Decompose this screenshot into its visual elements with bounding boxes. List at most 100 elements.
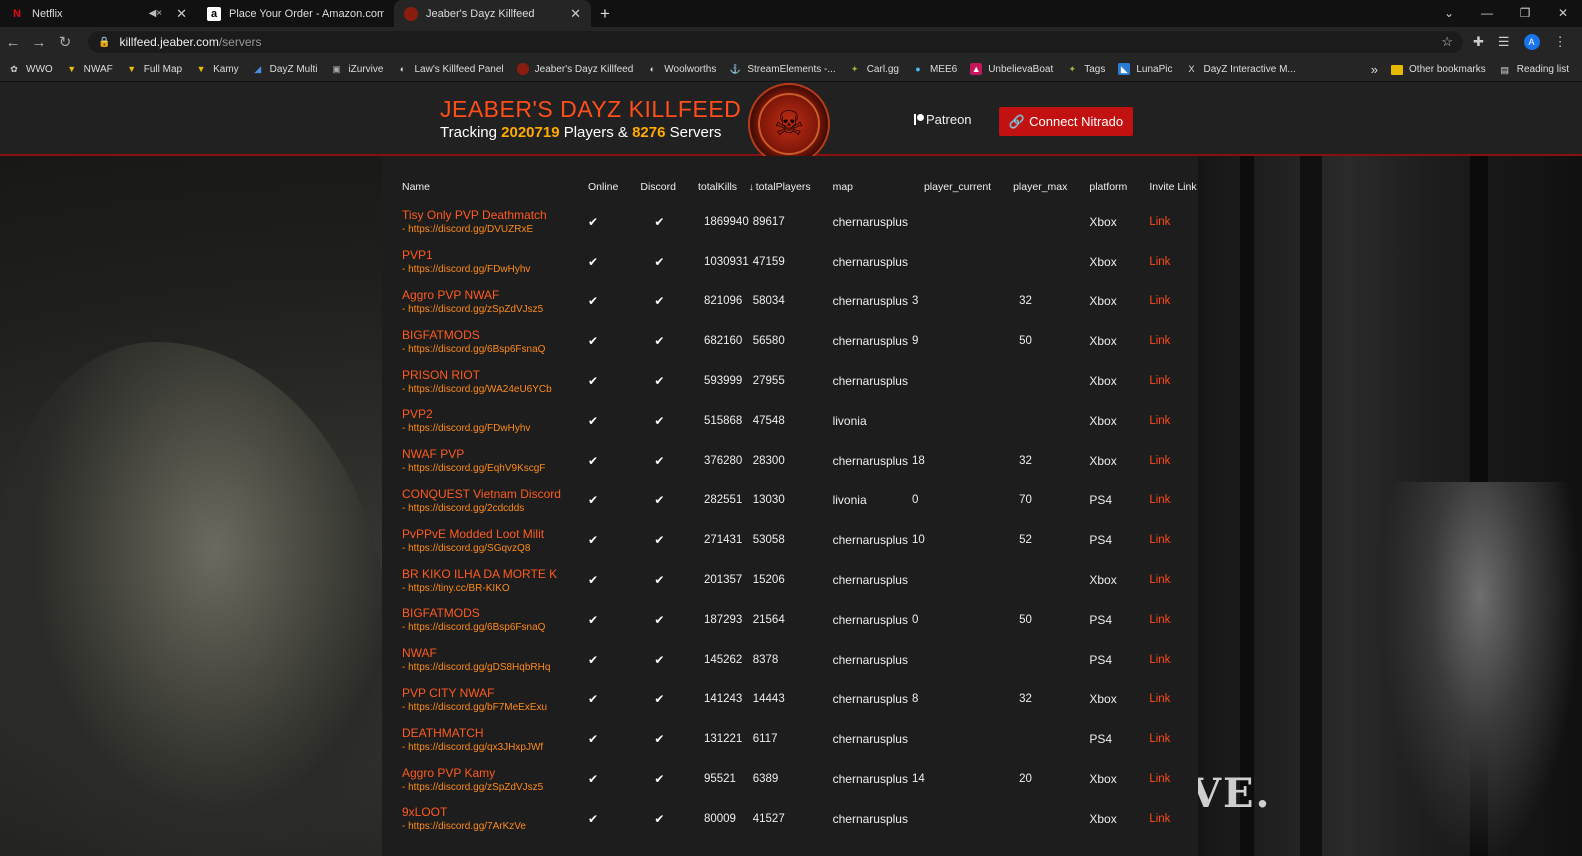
bookmark-item[interactable]: ✦ Carl.gg [849, 63, 899, 75]
column-header-online[interactable]: Online [572, 172, 624, 202]
server-name-link[interactable]: BIGFATMODS [402, 328, 572, 342]
bookmark-item[interactable]: ◣ LunaPic [1118, 63, 1173, 75]
discord-link[interactable]: - https://discord.gg/FDwHyhv [402, 264, 572, 275]
invite-link[interactable]: Link [1149, 335, 1170, 347]
bookmark-item[interactable]: ◐ Law's Killfeed Panel [396, 63, 504, 75]
server-name-link[interactable]: BR KIKO ILHA DA MORTE K [402, 567, 572, 581]
invite-link[interactable]: Link [1149, 375, 1170, 387]
close-tab-icon[interactable]: ✕ [570, 6, 581, 22]
invite-link[interactable]: Link [1149, 534, 1170, 546]
bookmark-item[interactable]: Jeaber's Dayz Killfeed [516, 63, 633, 75]
column-header-discord[interactable]: Discord [624, 172, 682, 202]
server-name-link[interactable]: BIGFATMODS [402, 606, 572, 620]
bookmark-item[interactable]: X DayZ Interactive M... [1186, 63, 1295, 75]
restore-icon[interactable]: ❐ [1506, 0, 1544, 27]
discord-link[interactable]: - https://discord.gg/6Bsp6FsnaQ [402, 344, 572, 355]
bookmark-item[interactable]: ✦ Tags [1066, 63, 1105, 75]
forward-icon[interactable]: → [26, 34, 52, 51]
column-header-map[interactable]: map [817, 172, 908, 202]
bookmark-item[interactable]: ✿ WWO [8, 63, 52, 75]
column-header-totalplayers[interactable]: ↓ totalPlayers [749, 172, 817, 202]
column-header-player-current[interactable]: player_current [908, 172, 997, 202]
discord-link[interactable]: - https://discord.gg/WA24eU6YCb [402, 384, 572, 395]
bookmark-item[interactable]: ◢ DayZ Multi [252, 63, 317, 75]
discord-link[interactable]: - https://discord.gg/EqhV9KscgF [402, 463, 572, 474]
discord-link[interactable]: - https://discord.gg/DVUZRxE [402, 224, 572, 235]
invite-link[interactable]: Link [1149, 693, 1170, 705]
reading-list-button[interactable]: ▤ Reading list [1499, 64, 1569, 76]
server-name-link[interactable]: PvPPvE Modded Loot Milit [402, 527, 572, 541]
reading-list-icon[interactable]: ☰ [1498, 34, 1510, 50]
discord-link[interactable]: - https://discord.gg/bF7MeExExu [402, 702, 572, 713]
column-header-invite-link[interactable]: Invite Link [1133, 172, 1202, 202]
server-name-link[interactable]: CONQUEST Vietnam Discord [402, 487, 572, 501]
brand[interactable]: JEABER'S DAYZ KILLFEED Tracking 2020719 … [440, 96, 741, 141]
bookmark-item[interactable]: ▼ Kamy [195, 63, 239, 75]
invite-link[interactable]: Link [1149, 256, 1170, 268]
menu-icon[interactable]: ⋮ [1554, 34, 1567, 50]
bookmark-star-icon[interactable]: ☆ [1441, 34, 1453, 50]
tab-netflix[interactable]: N Netflix ◀× ✕ [0, 0, 197, 27]
tab-search-icon[interactable]: ⌄ [1430, 0, 1468, 27]
column-header-platform[interactable]: platform [1073, 172, 1133, 202]
server-name-link[interactable]: Tisy Only PVP Deathmatch [402, 208, 572, 222]
patreon-link[interactable]: Patreon [914, 112, 972, 127]
invite-link[interactable]: Link [1149, 654, 1170, 666]
invite-link[interactable]: Link [1149, 614, 1170, 626]
close-window-icon[interactable]: ✕ [1544, 0, 1582, 27]
discord-link[interactable]: - https://discord.gg/zSpZdVJsz5 [402, 304, 572, 315]
bookmark-item[interactable]: ● MEE6 [912, 63, 957, 75]
discord-link[interactable]: - https://tiny.cc/BR-KIKO [402, 583, 572, 594]
bookmark-item[interactable]: ▣ iZurvive [330, 63, 383, 75]
tab-amazon[interactable]: a Place Your Order - Amazon.com [197, 0, 394, 27]
back-icon[interactable]: ← [0, 34, 26, 51]
bookmark-item[interactable]: ▼ Full Map [126, 63, 182, 75]
invite-link[interactable]: Link [1149, 733, 1170, 745]
server-name-link[interactable]: PRISON RIOT [402, 368, 572, 382]
invite-link[interactable]: Link [1149, 216, 1170, 228]
close-tab-icon[interactable]: ✕ [176, 6, 187, 22]
server-name-link[interactable]: DEATHMATCH [402, 726, 572, 740]
discord-link[interactable]: - https://discord.gg/SGqvzQ8 [402, 543, 572, 554]
server-name-link[interactable]: NWAF [402, 646, 572, 660]
bookmarks-overflow-button[interactable]: » [1371, 62, 1378, 77]
discord-link[interactable]: - https://discord.gg/2cdcdds [402, 503, 572, 514]
address-bar[interactable]: 🔒 killfeed.jeaber.com/servers ☆ [88, 31, 1463, 53]
bookmark-item[interactable]: ⚓ StreamElements -... [729, 63, 836, 75]
column-header-name[interactable]: Name [386, 172, 572, 202]
discord-link[interactable]: - https://discord.gg/6Bsp6FsnaQ [402, 622, 572, 633]
speaker-muted-icon[interactable]: ◀× [149, 8, 163, 19]
avatar[interactable]: A [1523, 34, 1540, 50]
server-name-link[interactable]: 9xLOOT [402, 805, 572, 819]
other-bookmarks-folder[interactable]: Other bookmarks [1391, 64, 1486, 75]
column-header-player-max[interactable]: player_max [997, 172, 1073, 202]
column-header-totalkills[interactable]: totalKills [682, 172, 749, 202]
invite-link[interactable]: Link [1149, 813, 1170, 825]
bookmark-item[interactable]: ▲ UnbelievaBoat [970, 63, 1053, 75]
extensions-icon[interactable]: ✚ [1473, 34, 1484, 50]
bookmark-item[interactable]: ▼ NWAF [66, 63, 113, 75]
discord-link[interactable]: - https://discord.gg/gDS8HqbRHq [402, 662, 572, 673]
discord-link[interactable]: - https://discord.gg/FDwHyhv [402, 423, 572, 434]
discord-link[interactable]: - https://discord.gg/7ArKzVe [402, 821, 572, 832]
server-name-link[interactable]: NWAF PVP [402, 447, 572, 461]
invite-link[interactable]: Link [1149, 494, 1170, 506]
minimize-icon[interactable]: — [1468, 0, 1506, 27]
server-name-link[interactable]: PVP CITY NWAF [402, 686, 572, 700]
new-tab-button[interactable]: + [591, 4, 619, 24]
server-name-link[interactable]: Aggro PVP NWAF [402, 288, 572, 302]
server-name-link[interactable]: PVP2 [402, 407, 572, 421]
reload-icon[interactable]: ↻ [52, 33, 78, 51]
server-name-link[interactable]: PVP1 [402, 248, 572, 262]
lock-icon[interactable]: 🔒 [98, 37, 110, 48]
server-name-link[interactable]: Aggro PVP Kamy [402, 766, 572, 780]
discord-link[interactable]: - https://discord.gg/qx3JHxpJWf [402, 742, 572, 753]
invite-link[interactable]: Link [1149, 295, 1170, 307]
skull-logo[interactable]: ☠ [748, 83, 830, 165]
connect-nitrado-button[interactable]: 🔗 Connect Nitrado [999, 107, 1133, 136]
invite-link[interactable]: Link [1149, 415, 1170, 427]
bookmark-item[interactable]: ◐ Woolworths [646, 63, 717, 75]
tab-jeaber[interactable]: Jeaber's Dayz Killfeed ✕ [394, 0, 591, 27]
invite-link[interactable]: Link [1149, 773, 1170, 785]
invite-link[interactable]: Link [1149, 455, 1170, 467]
